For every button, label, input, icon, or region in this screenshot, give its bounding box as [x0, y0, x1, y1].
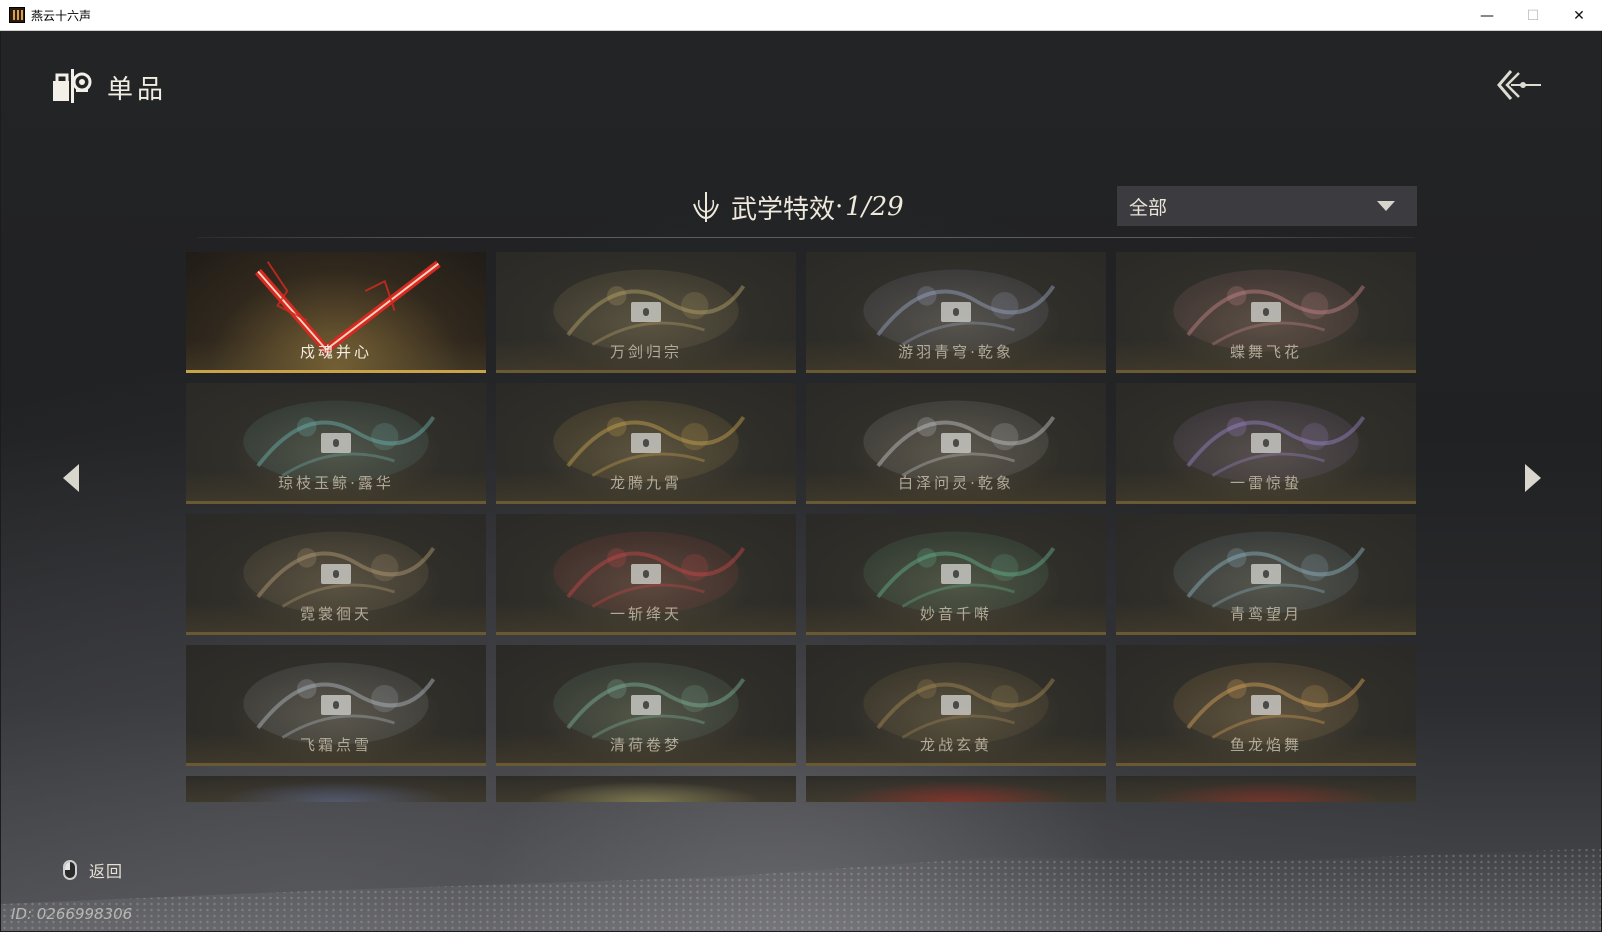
effect-name: 龙战玄黄	[919, 736, 992, 754]
effect-card[interactable]: 戍魂并心	[186, 252, 486, 373]
effect-card[interactable]: 白泽问灵·乾象	[806, 383, 1106, 504]
lock-icon	[1251, 695, 1281, 715]
effect-card[interactable]: 龙腾九霄	[496, 383, 796, 504]
minimize-button[interactable]: —	[1464, 0, 1510, 31]
lock-icon	[631, 564, 661, 584]
collection-count: 1/29	[845, 192, 904, 222]
effect-name: 一斩绛天	[609, 605, 682, 623]
lock-icon	[321, 695, 351, 715]
effect-card-partial[interactable]	[1116, 776, 1416, 802]
section-title: 武学特效	[731, 194, 836, 225]
effect-card[interactable]: 一雷惊蛰	[1116, 383, 1416, 504]
effect-name: 一雷惊蛰	[1229, 474, 1302, 492]
effect-name: 琼枝玉鲸·露华	[278, 474, 394, 492]
lock-icon	[1251, 564, 1281, 584]
effect-card[interactable]: 蝶舞飞花	[1116, 252, 1416, 373]
chevron-down-icon	[1377, 201, 1395, 211]
mouse-right-click-icon	[63, 860, 77, 880]
effect-name: 青鸾望月	[1229, 605, 1302, 623]
effect-card-partial[interactable]	[186, 776, 486, 802]
back-arrow-icon[interactable]	[1497, 67, 1543, 103]
effect-name: 飞霜点雪	[299, 736, 372, 754]
effect-card[interactable]: 妙音千啭	[806, 514, 1106, 635]
effect-name: 蝶舞飞花	[1229, 343, 1302, 361]
effect-card[interactable]: 霓裳徊天	[186, 514, 486, 635]
effect-card-partial[interactable]	[806, 776, 1106, 802]
effect-name: 霓裳徊天	[299, 605, 372, 623]
app-icon	[9, 7, 25, 23]
effect-name: 清荷卷梦	[609, 736, 682, 754]
effect-card[interactable]: 鱼龙焰舞	[1116, 645, 1416, 766]
effect-name: 鱼龙焰舞	[1229, 736, 1302, 754]
effect-card[interactable]: 万剑归宗	[496, 252, 796, 373]
section-header: 武学特效 · 1/29	[691, 189, 904, 225]
game-viewport: 单品 武学特效 · 1/29 全部 戍魂并心 万剑归宗 游羽青穹·乾象 蝶舞飞花琼枝玉…	[1, 31, 1601, 931]
close-button[interactable]: ✕	[1556, 0, 1602, 31]
lock-icon	[631, 695, 661, 715]
effect-card[interactable]: 青鸾望月	[1116, 514, 1416, 635]
lock-icon	[941, 695, 971, 715]
maximize-button[interactable]: ☐	[1510, 0, 1556, 31]
effect-name: 白泽问灵·乾象	[898, 474, 1014, 492]
page-title: 单品	[107, 75, 168, 105]
items-category-icon	[53, 69, 92, 103]
filter-selected-value: 全部	[1129, 196, 1168, 219]
back-label: 返回	[89, 862, 124, 881]
effect-card[interactable]: 龙战玄黄	[806, 645, 1106, 766]
filter-dropdown[interactable]: 全部	[1117, 186, 1417, 226]
lock-icon	[941, 564, 971, 584]
lock-icon	[321, 433, 351, 453]
effect-card[interactable]: 一斩绛天	[496, 514, 796, 635]
martial-effect-icon	[693, 192, 719, 222]
section-separator: ·	[835, 192, 844, 222]
window-title: 燕云十六声	[31, 8, 92, 23]
back-button[interactable]: 返回	[63, 858, 123, 882]
window-titlebar: 燕云十六声 — ☐ ✕	[0, 0, 1602, 31]
lock-icon	[631, 302, 661, 322]
lock-icon	[1251, 302, 1281, 322]
lock-icon	[321, 564, 351, 584]
lock-icon	[941, 302, 971, 322]
section-divider	[197, 237, 1415, 238]
effect-card[interactable]: 琼枝玉鲸·露华	[186, 383, 486, 504]
lock-icon	[631, 433, 661, 453]
effect-name: 万剑归宗	[609, 343, 682, 361]
effect-card-partial[interactable]	[496, 776, 796, 802]
effects-grid: 戍魂并心 万剑归宗 游羽青穹·乾象 蝶舞飞花琼枝玉鲸·露华 龙腾九霄 白泽问灵·乾象 一雷惊…	[186, 252, 1418, 825]
user-id: ID: 0266998306	[11, 905, 133, 923]
effect-name: 游羽青穹·乾象	[898, 343, 1014, 361]
effect-name: 妙音千啭	[919, 605, 992, 623]
prev-page-arrow-icon[interactable]	[59, 461, 85, 495]
lock-icon	[941, 433, 971, 453]
effect-card[interactable]: 游羽青穹·乾象	[806, 252, 1106, 373]
effect-name: 戍魂并心	[299, 343, 372, 361]
snow-ground-decoration	[1, 848, 1601, 931]
window-controls: — ☐ ✕	[1464, 0, 1602, 31]
effect-name: 龙腾九霄	[609, 474, 682, 492]
next-page-arrow-icon[interactable]	[1519, 461, 1545, 495]
lock-icon	[1251, 433, 1281, 453]
effect-card[interactable]: 飞霜点雪	[186, 645, 486, 766]
effect-card[interactable]: 清荷卷梦	[496, 645, 796, 766]
